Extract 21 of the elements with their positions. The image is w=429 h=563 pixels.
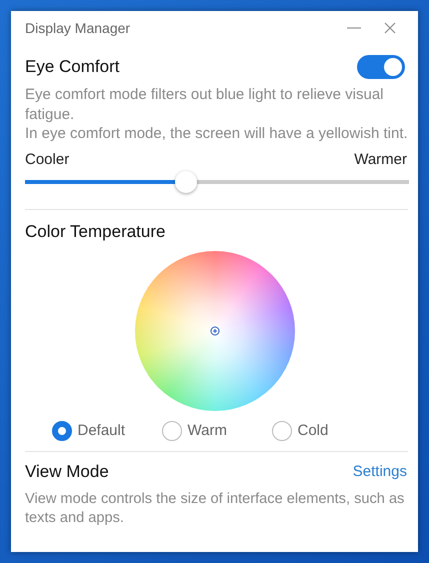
slider-label: Cooler [25,150,70,168]
slider-label: Warmer [354,150,407,168]
minimize-icon[interactable] [347,27,361,29]
radio-option[interactable]: Default [52,420,162,440]
radio-button[interactable] [52,420,72,440]
radio-option[interactable]: Warm [162,420,272,440]
slider-thumb[interactable] [175,170,198,192]
section-title: Color Temperature [25,222,166,242]
toggle-switch[interactable] [357,55,405,79]
description-text: View mode controls the size of interface elements, such as texts and apps. [25,490,406,528]
description-text: Eye comfort mode filters out blue light to relieve visual fatigue. [25,85,384,124]
section-title: Eye Comfort [25,57,120,77]
marker-icon[interactable] [210,326,220,336]
section-title: View Mode [25,462,109,482]
radio-button[interactable] [272,420,292,440]
settings-link[interactable]: Settings [352,463,407,480]
description-text: In eye comfort mode, the screen will have a yellowish tint. [25,124,408,144]
radio-button[interactable] [162,420,182,440]
window-title: Display Manager [25,20,132,36]
radio-option[interactable]: Cold [272,420,382,440]
close-icon[interactable] [384,22,396,34]
